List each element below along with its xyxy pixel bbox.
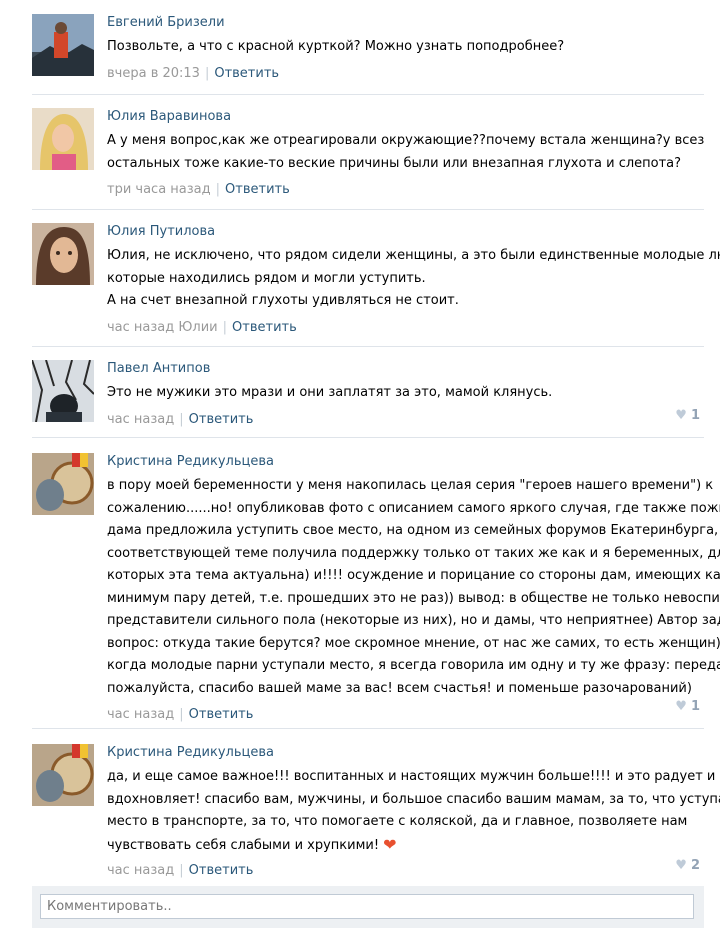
comment-meta: час назад | Ответить bbox=[107, 707, 254, 722]
comment-text: Юлия, не исключено, что рядом сидели жен… bbox=[107, 248, 720, 308]
author-name[interactable]: Павел Антипов bbox=[107, 360, 707, 377]
separator bbox=[32, 94, 704, 95]
reply-link[interactable]: Ответить bbox=[225, 182, 290, 197]
comment-meta: час назад Юлии | Ответить bbox=[107, 319, 297, 335]
comment-meta: вчера в 20:13 | Ответить bbox=[107, 65, 280, 81]
comment-text: да, и еще самое важное!!! воспитанных и … bbox=[107, 769, 720, 854]
avatar[interactable] bbox=[32, 453, 94, 515]
separator bbox=[32, 728, 704, 729]
like-button[interactable]: ♥ 1 bbox=[675, 407, 700, 424]
reply-link[interactable]: Ответить bbox=[232, 320, 297, 335]
comment-meta: три часа назад | Ответить bbox=[107, 182, 290, 197]
comment-meta: час назад | Ответить bbox=[107, 411, 254, 427]
avatar-photo-icon bbox=[32, 360, 94, 422]
comment-text: А у меня вопрос,как же отреагировали окр… bbox=[107, 133, 705, 171]
avatar-photo-icon bbox=[32, 744, 94, 806]
reply-link[interactable]: Ответить bbox=[189, 863, 254, 878]
avatar[interactable] bbox=[32, 744, 94, 806]
avatar[interactable] bbox=[32, 14, 94, 76]
like-button[interactable]: ♥ 1 bbox=[675, 698, 700, 715]
avatar-photo-icon bbox=[32, 223, 94, 285]
separator bbox=[32, 209, 704, 210]
comment-text: Позвольте, а что с красной курткой? Можн… bbox=[107, 39, 565, 54]
comment-meta: час назад | Ответить bbox=[107, 863, 254, 878]
separator bbox=[32, 346, 704, 347]
like-button[interactable]: ♥ 2 bbox=[675, 857, 700, 874]
reply-link[interactable]: Ответить bbox=[189, 412, 254, 427]
comment-time[interactable]: час назад bbox=[107, 412, 174, 427]
comment-time[interactable]: три часа назад bbox=[107, 182, 211, 197]
separator bbox=[32, 437, 704, 438]
avatar[interactable] bbox=[32, 223, 94, 285]
comment-time[interactable]: час назад bbox=[107, 863, 174, 878]
author-name[interactable]: Кристина Редикульцева bbox=[107, 744, 707, 761]
like-count: 2 bbox=[690, 858, 700, 873]
avatar-photo-icon bbox=[32, 453, 94, 515]
comment-time[interactable]: вчера в 20:13 bbox=[107, 66, 200, 81]
reply-link[interactable]: Ответить bbox=[214, 66, 279, 81]
comment-input[interactable] bbox=[40, 894, 694, 919]
like-count: 1 bbox=[690, 699, 700, 714]
heart-icon: ♥ bbox=[675, 408, 687, 423]
comment-text: в пору моей беременности у меня накопила… bbox=[107, 478, 720, 696]
author-name[interactable]: Евгений Бризели bbox=[107, 14, 707, 31]
author-name[interactable]: Кристина Редикульцева bbox=[107, 453, 707, 470]
author-name[interactable]: Юлия Путилова bbox=[107, 223, 707, 240]
comment-time[interactable]: час назад bbox=[107, 707, 174, 722]
heart-icon: ♥ bbox=[675, 858, 687, 873]
avatar-photo-icon bbox=[32, 108, 94, 170]
avatar[interactable] bbox=[32, 108, 94, 170]
comment-text: Это не мужики это мрази и они заплатят з… bbox=[107, 385, 553, 400]
like-count: 1 bbox=[690, 408, 700, 423]
heart-icon: ♥ bbox=[675, 699, 687, 714]
comment-time[interactable]: час назад Юлии bbox=[107, 320, 218, 335]
avatar-photo-icon bbox=[32, 14, 94, 76]
reply-link[interactable]: Ответить bbox=[189, 707, 254, 722]
comment-reply-bar bbox=[32, 886, 704, 928]
avatar[interactable] bbox=[32, 360, 94, 422]
author-name[interactable]: Юлия Варавинова bbox=[107, 108, 707, 125]
heart-emoji-icon: ❤ bbox=[383, 834, 397, 854]
